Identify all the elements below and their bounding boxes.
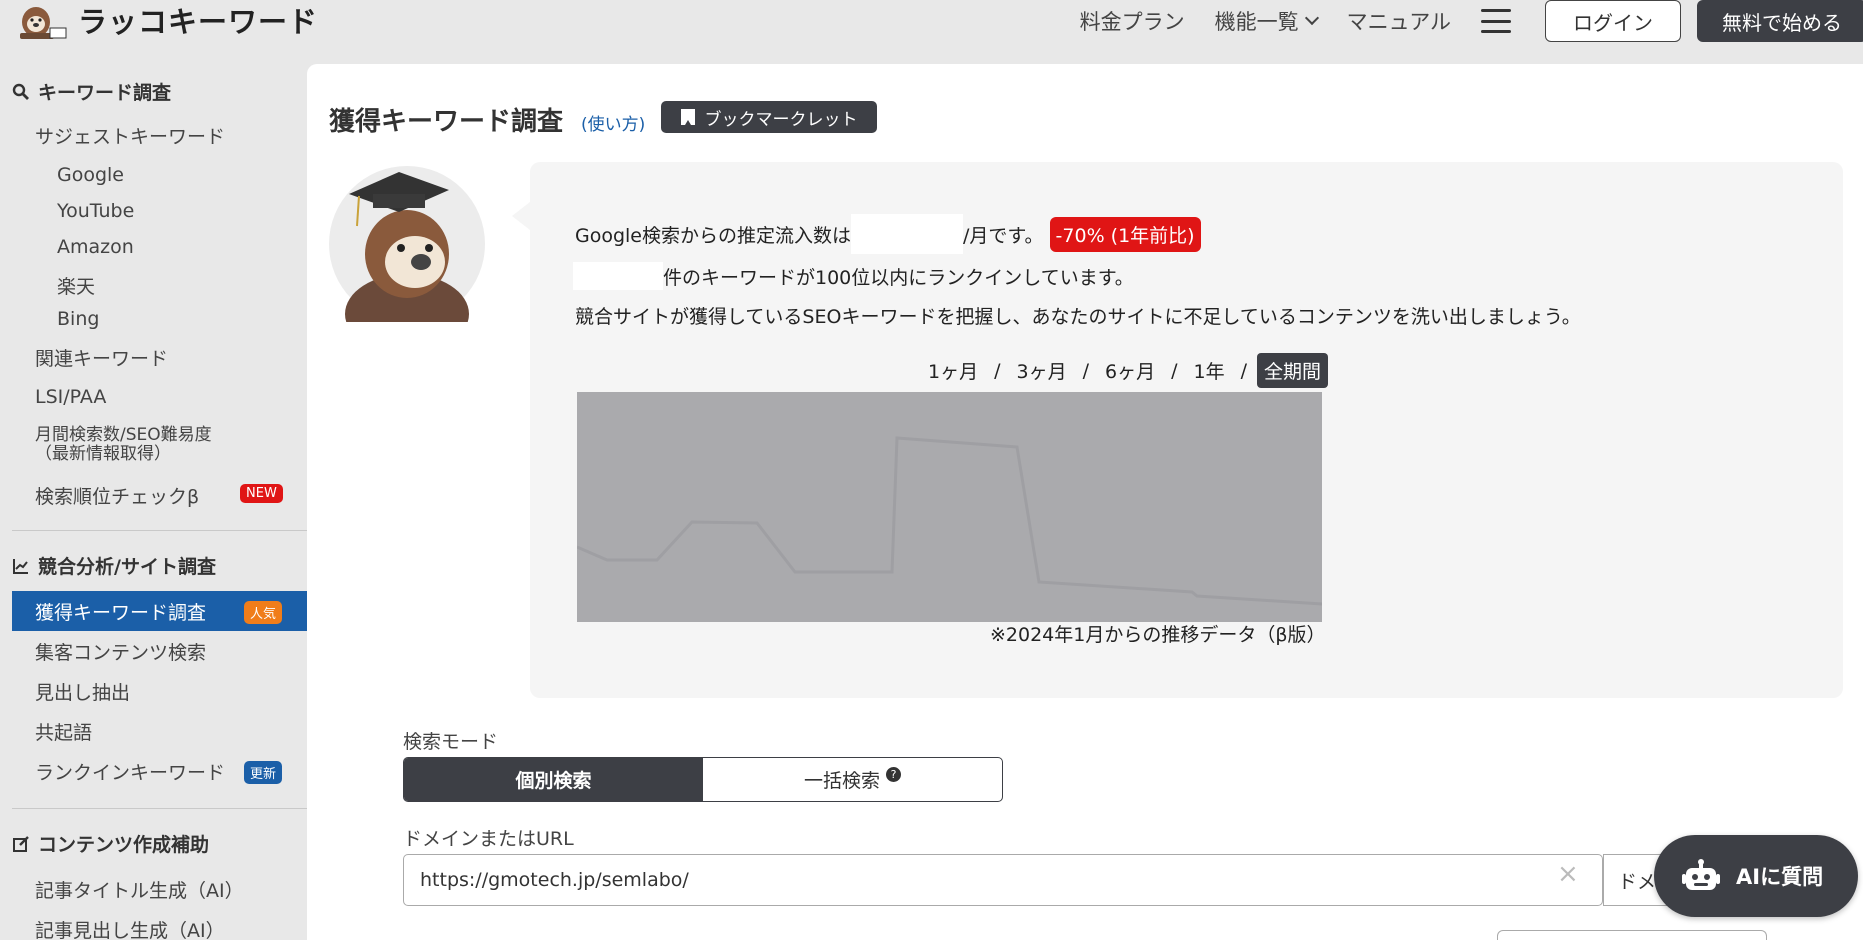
keyword-count-line: 件のキーワードが100位以内にランクインしています。	[573, 262, 1134, 290]
sidebar-item-youtube[interactable]: YouTube	[57, 200, 134, 222]
sidebar-item-heading-gen[interactable]: 記事見出し生成（AI）	[35, 916, 225, 940]
brand-name: ラッコキーワード	[78, 5, 319, 39]
chart-line-icon	[13, 558, 28, 574]
bookmarklet-button[interactable]: ブックマークレット	[661, 101, 877, 133]
sidebar-item-rakuten[interactable]: 楽天	[57, 272, 95, 299]
summary-bubble: Google検索からの推定流入数は /月です。 -70% (1年前比) 件のキー…	[512, 162, 1843, 698]
edit-icon	[13, 835, 29, 852]
main-panel: 獲得キーワード調査 (使い方) ブックマークレット Google検索からの推定流…	[307, 64, 1863, 940]
sidebar-item-amazon[interactable]: Amazon	[57, 236, 134, 258]
traffic-prefix: Google検索からの推定流入数は	[575, 224, 852, 247]
traffic-line: Google検索からの推定流入数は /月です。 -70% (1年前比)	[575, 214, 1201, 254]
sidebar-item-title-gen[interactable]: 記事タイトル生成（AI）	[35, 876, 244, 903]
sidebar-item-lsi[interactable]: LSI/PAA	[35, 386, 106, 408]
top-header: ラッコキーワード 料金プラン 機能一覧 マニュアル ログイン 無料で始める	[0, 0, 1863, 64]
clear-icon[interactable]: ×	[1557, 859, 1579, 889]
sidebar-item-bing[interactable]: Bing	[57, 308, 99, 330]
change-badge: -70% (1年前比)	[1049, 216, 1201, 252]
sidebar-item-suggest[interactable]: サジェストキーワード	[35, 122, 225, 149]
keyword-count-suffix: 件のキーワードが100位以内にランクインしています。	[663, 266, 1134, 289]
sidebar: キーワード調査 サジェストキーワード Google YouTube Amazon…	[0, 64, 307, 940]
sidebar-item-heading-extract[interactable]: 見出し抽出	[35, 678, 130, 705]
sidebar-item-related[interactable]: 関連キーワード	[35, 344, 168, 371]
sidebar-item-google[interactable]: Google	[57, 164, 124, 186]
traffic-suffix: /月です。	[963, 224, 1044, 247]
search-icon	[12, 83, 29, 100]
login-button[interactable]: ログイン	[1545, 0, 1681, 42]
chevron-down-icon	[1304, 10, 1319, 26]
nav-pricing[interactable]: 料金プラン	[1080, 6, 1185, 36]
otter-logo-icon	[20, 7, 67, 39]
otter-professor-avatar	[329, 166, 485, 322]
sidebar-item-rank-check[interactable]: 検索順位チェックβ	[35, 482, 199, 509]
sidebar-item-monthly[interactable]: 月間検索数/SEO難易度 （最新情報取得）	[35, 426, 212, 464]
bookmark-icon	[680, 109, 695, 125]
monthly-line2: （最新情報取得）	[35, 444, 171, 464]
sidebar-item-content-search[interactable]: 集客コンテンツ検索	[35, 638, 206, 665]
brand-logo[interactable]: ラッコキーワード	[12, 0, 318, 40]
robot-icon	[1682, 859, 1720, 890]
help-icon[interactable]: ?	[886, 767, 901, 782]
section-content: コンテンツ作成補助	[12, 830, 209, 857]
sidebar-item-cooccur[interactable]: 共起語	[35, 718, 92, 745]
section-keyword-research: キーワード調査	[12, 78, 171, 105]
header-nav: 料金プラン 機能一覧 マニュアル ログイン 無料で始める	[1080, 0, 1863, 42]
mode-single-button[interactable]: 個別検索	[404, 758, 703, 801]
section-keyword-title: キーワード調査	[38, 82, 172, 104]
menu-icon[interactable]	[1481, 9, 1511, 33]
search-mode-label: 検索モード	[403, 731, 499, 753]
url-input[interactable]: https://gmotech.jp/semlabo/	[403, 854, 1603, 906]
howto-link[interactable]: (使い方)	[581, 110, 645, 135]
signup-button[interactable]: 無料で始める	[1697, 0, 1863, 42]
period-selector: 1ヶ月/ 3ヶ月/ 6ヶ月/ 1年 / 全期間	[922, 353, 1329, 388]
period-6m[interactable]: 6ヶ月	[1099, 355, 1161, 386]
popular-badge: 人気	[244, 601, 283, 624]
section-content-title: コンテンツ作成補助	[38, 834, 210, 856]
period-3m[interactable]: 3ヶ月	[1011, 355, 1073, 386]
ai-ask-label: AIに質問	[1736, 865, 1824, 889]
nav-manual[interactable]: マニュアル	[1347, 6, 1451, 36]
sidebar-divider	[12, 530, 307, 531]
mode-bulk-button[interactable]: 一括検索 ?	[703, 758, 1002, 801]
sidebar-item-acquired[interactable]: 獲得キーワード調査	[35, 598, 206, 625]
description-line: 競合サイトが獲得しているSEOキーワードを把握し、あなたのサイトに不足しているコ…	[575, 306, 1581, 328]
search-button-partial[interactable]	[1497, 930, 1767, 940]
sidebar-item-rankin[interactable]: ランクインキーワード	[35, 758, 225, 785]
period-1y[interactable]: 1年	[1188, 355, 1231, 386]
ai-ask-button[interactable]: AIに質問	[1654, 835, 1858, 917]
period-1m[interactable]: 1ヶ月	[922, 355, 984, 386]
nav-features[interactable]: 機能一覧	[1214, 6, 1319, 36]
new-badge: NEW	[240, 484, 283, 503]
search-mode-toggle: 個別検索 一括検索 ?	[403, 757, 1003, 802]
keyword-count-masked	[573, 262, 663, 290]
nav-features-label: 機能一覧	[1214, 10, 1299, 34]
sidebar-divider-2	[12, 808, 307, 809]
chart-note: ※2024年1月からの推移データ（β版）	[990, 624, 1326, 646]
traffic-chart-masked	[577, 392, 1322, 622]
page-title: 獲得キーワード調査	[329, 107, 564, 137]
traffic-value-masked	[851, 214, 964, 254]
period-all[interactable]: 全期間	[1257, 353, 1329, 388]
bookmarklet-label: ブックマークレット	[704, 109, 858, 130]
update-badge: 更新	[244, 761, 283, 784]
url-label: ドメインまたはURL	[403, 828, 574, 850]
monthly-line1: 月間検索数/SEO難易度	[35, 425, 212, 445]
mode-bulk-label: 一括検索	[803, 770, 880, 792]
section-competitor: 競合分析/サイト調査	[12, 552, 216, 579]
section-competitor-title: 競合分析/サイト調査	[38, 556, 216, 578]
